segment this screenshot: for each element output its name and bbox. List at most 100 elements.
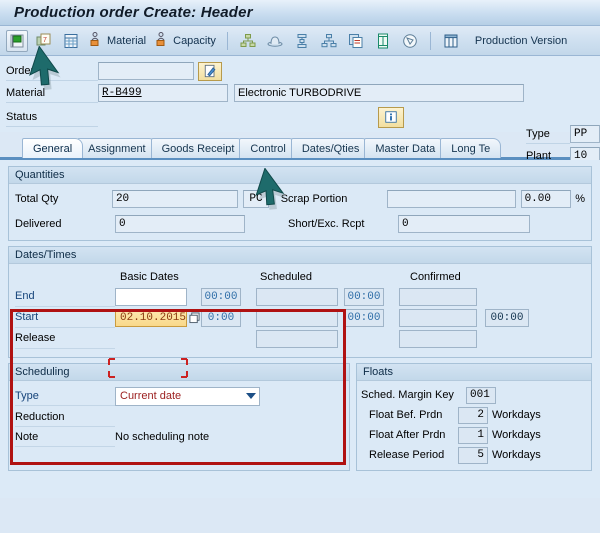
- scrap-percent-input[interactable]: 0.00: [520, 190, 572, 208]
- toolbar-material-button[interactable]: Material: [87, 31, 148, 50]
- start-scheduled-date-input[interactable]: [256, 308, 338, 327]
- float-after-prdn-row: Float After Prdn 1 Workdays: [361, 425, 585, 445]
- chevron-down-icon: [246, 393, 256, 399]
- note-label: Note: [15, 427, 115, 447]
- tab-control[interactable]: Control: [239, 138, 297, 158]
- status-value: [98, 107, 378, 127]
- sched-margin-key-input[interactable]: 001: [466, 386, 496, 404]
- material-input[interactable]: R-B499: [98, 84, 228, 102]
- note-value: No scheduling note: [115, 431, 210, 443]
- toolbar-separator-1: [226, 31, 228, 50]
- start-confirmed-time-input[interactable]: 00:00: [485, 308, 529, 327]
- toolbar-separator-2: [429, 31, 431, 50]
- scheduling-type-value: Current date: [120, 390, 182, 402]
- tab-bar: General Assignment Goods Receipt Control…: [0, 136, 600, 158]
- total-qty-uom-input[interactable]: PC: [243, 190, 269, 208]
- release-period-label: Release Period: [369, 449, 445, 461]
- total-qty-label: Total Qty: [15, 193, 59, 205]
- start-label: Start: [15, 308, 115, 328]
- material-description-input[interactable]: Electronic TURBODRIVE: [234, 84, 524, 102]
- sequence-icon[interactable]: [291, 30, 313, 52]
- scrap-portion-input[interactable]: [387, 190, 516, 208]
- floats-group: Floats Sched. Margin Key 001 Float Bef. …: [356, 363, 592, 471]
- floats-group-title: Floats: [357, 364, 591, 381]
- start-scheduled-time-input[interactable]: 00:00: [344, 308, 384, 327]
- material-row: Material R-B499 Electronic TURBODRIVE Pl…: [0, 82, 600, 166]
- order-header-form: Order Type PP Material R-B499 Electronic…: [0, 56, 600, 166]
- dates-times-group-body: Basic Dates Scheduled Confirmed End 00:0…: [9, 264, 591, 357]
- start-confirmed-date-input[interactable]: [399, 308, 477, 327]
- delivered-row: Delivered 0 Short/Exc. Rcpt 0: [15, 213, 585, 235]
- tab-assignment[interactable]: Assignment: [77, 138, 157, 158]
- short-exc-rcpt-input[interactable]: 0: [398, 215, 530, 233]
- float-after-prdn-unit: Workdays: [492, 429, 541, 441]
- scheduling-group: Scheduling Type Current date Reduction N…: [8, 363, 350, 471]
- scheduling-group-body: Type Current date Reduction Note No sche…: [9, 381, 349, 452]
- list-icon[interactable]: [60, 30, 82, 52]
- check-icon[interactable]: [399, 30, 421, 52]
- release-date-row: Release: [15, 328, 585, 349]
- start-basic-time-input[interactable]: 0:00: [201, 308, 241, 327]
- tab-goods-receipt[interactable]: Goods Receipt: [150, 138, 246, 158]
- float-bef-prdn-input[interactable]: 2: [458, 406, 488, 424]
- status-label: Status: [6, 107, 98, 127]
- info-icon[interactable]: [378, 106, 404, 128]
- tab-master-data-label: Master Data: [375, 142, 436, 155]
- sched-margin-key-row: Sched. Margin Key 001: [361, 385, 585, 405]
- delivered-input[interactable]: 0: [115, 215, 245, 233]
- end-scheduled-time-input[interactable]: 00:00: [344, 287, 384, 306]
- tab-dates-qties[interactable]: Dates/Qties: [290, 138, 371, 158]
- order-document-icon[interactable]: 7: [33, 30, 55, 52]
- calendar-icon[interactable]: [187, 312, 201, 324]
- end-basic-time-input[interactable]: 00:00: [201, 287, 241, 306]
- scheduling-type-label: Type: [15, 386, 115, 406]
- tab-content-general: Quantities Total Qty 20 PC Scrap Portion…: [0, 160, 600, 498]
- tab-dates-qties-label: Dates/Qties: [301, 142, 360, 155]
- costing-icon[interactable]: [264, 30, 286, 52]
- release-confirmed-date-input[interactable]: [399, 329, 477, 348]
- production-version-label[interactable]: Production Version: [475, 35, 567, 47]
- material-icon: [89, 31, 105, 50]
- release-period-input[interactable]: 5: [458, 446, 488, 464]
- dates-times-column-headers: Basic Dates Scheduled Confirmed: [15, 268, 585, 286]
- end-basic-date-input[interactable]: [115, 287, 187, 306]
- release-scheduled-date-input[interactable]: [256, 329, 338, 348]
- float-bef-prdn-row: Float Bef. Prdn 2 Workdays: [361, 405, 585, 425]
- order-input[interactable]: [98, 62, 194, 80]
- sched-margin-key-label: Sched. Margin Key: [361, 389, 454, 401]
- order-label: Order: [6, 61, 98, 81]
- scheduled-column-header: Scheduled: [260, 271, 312, 283]
- status-row: Status: [0, 104, 600, 130]
- material-label: Material: [6, 83, 98, 103]
- note-row: Note No scheduling note: [15, 427, 343, 447]
- end-scheduled-date-input[interactable]: [256, 287, 338, 306]
- tab-long-text-label: Long Te: [451, 142, 491, 155]
- network-icon[interactable]: [318, 30, 340, 52]
- float-bef-prdn-unit: Workdays: [492, 409, 541, 421]
- copy-icon[interactable]: [345, 30, 367, 52]
- toolbar-capacity-button[interactable]: Capacity: [153, 31, 218, 50]
- float-after-prdn-input[interactable]: 1: [458, 426, 488, 444]
- end-confirmed-date-input[interactable]: [399, 287, 477, 306]
- tab-general[interactable]: General: [22, 138, 84, 158]
- total-qty-input[interactable]: 20: [111, 190, 239, 208]
- percent-sign: %: [575, 193, 585, 205]
- table-icon[interactable]: [440, 30, 462, 52]
- start-basic-date-input[interactable]: 02.10.2015: [115, 308, 187, 327]
- short-exc-rcpt-label: Short/Exc. Rcpt: [288, 218, 365, 230]
- document-icon[interactable]: [372, 30, 394, 52]
- tab-goods-receipt-label: Goods Receipt: [161, 142, 235, 155]
- pencil-icon[interactable]: [198, 61, 222, 81]
- start-date-row: Start 02.10.2015 0:00 00:00 00:00: [15, 307, 585, 328]
- basic-dates-column-header: Basic Dates: [120, 271, 179, 283]
- dates-times-group-title: Dates/Times: [9, 247, 591, 264]
- page-title: Production order Create: Header: [14, 4, 253, 21]
- scheduling-type-dropdown[interactable]: Current date: [115, 386, 260, 406]
- tab-master-data[interactable]: Master Data: [364, 138, 447, 158]
- toolbar-material-label: Material: [107, 34, 147, 47]
- hierarchy-icon[interactable]: [237, 30, 259, 52]
- save-flag-icon[interactable]: [6, 29, 28, 52]
- tab-long-text[interactable]: Long Te: [440, 138, 502, 158]
- order-row: Order Type PP: [0, 60, 600, 144]
- capacity-icon: [155, 31, 171, 50]
